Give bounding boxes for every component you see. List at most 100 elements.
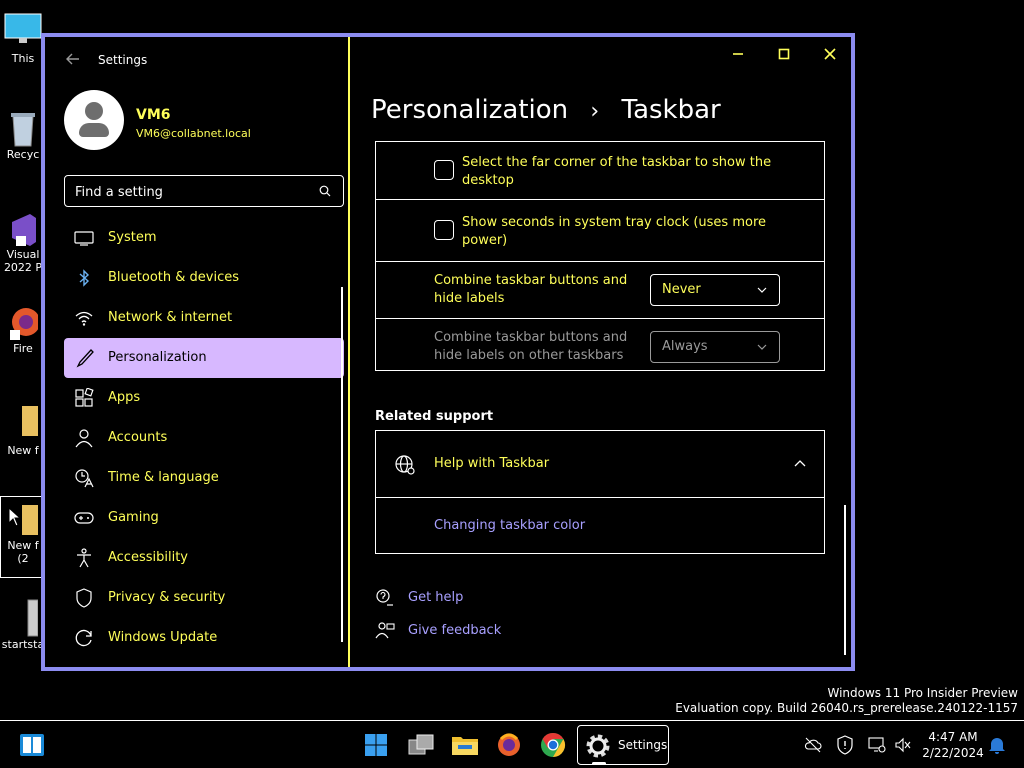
apps-icon — [75, 388, 94, 407]
watermark-line1: Windows 11 Pro Insider Preview — [827, 686, 1018, 700]
file-explorer-button[interactable] — [449, 729, 481, 761]
nav-list: System Bluetooth & devices Network & int… — [64, 218, 344, 658]
security-shield-icon[interactable] — [836, 735, 854, 755]
search-icon — [319, 185, 331, 197]
desktop-icon-new-folder-2[interactable]: New f (2 — [0, 496, 46, 578]
page-title: Personalization › Taskbar — [371, 95, 721, 125]
nav-item-accounts[interactable]: Accounts — [64, 418, 344, 458]
volume-muted-icon[interactable] — [894, 736, 912, 754]
user-email: VM6@collabnet.local — [136, 127, 251, 140]
get-help-icon — [376, 589, 393, 606]
widgets-button[interactable] — [16, 729, 48, 761]
watermark-line2: Evaluation copy. Build 26040.rs_prerelea… — [675, 701, 1018, 715]
settings-window: Settings VM6 VM6@collabnet.local System … — [41, 33, 855, 671]
desktop-icon-new-folder[interactable]: New f — [0, 404, 46, 457]
app-title: Settings — [98, 53, 148, 67]
monitor-icon — [74, 231, 94, 246]
system-clock[interactable]: 4:47 AM 2/22/2024 — [920, 729, 986, 761]
brush-icon — [76, 349, 94, 368]
shield-icon — [76, 588, 92, 608]
arrow-left-icon — [66, 53, 79, 65]
chevron-up-icon — [794, 460, 806, 467]
combine-buttons-dropdown[interactable]: Never — [650, 274, 780, 306]
give-feedback-link[interactable]: Give feedback — [408, 623, 501, 638]
recycle-bin-icon — [8, 108, 38, 147]
start-button[interactable] — [360, 729, 392, 761]
close-button[interactable] — [808, 43, 852, 65]
minimize-button[interactable] — [716, 43, 760, 65]
show-seconds-checkbox[interactable] — [434, 220, 454, 240]
network-icon[interactable] — [868, 736, 886, 754]
task-view-button[interactable] — [405, 729, 437, 761]
chrome-button[interactable] — [537, 729, 569, 761]
avatar[interactable] — [64, 90, 124, 150]
setting-row-show-seconds[interactable]: Show seconds in system tray clock (uses … — [376, 200, 824, 262]
desktop-icon-firefox[interactable]: Fire — [0, 306, 46, 355]
visual-studio-icon — [8, 212, 38, 246]
nav-item-system[interactable]: System — [64, 218, 344, 258]
text-file-icon — [8, 598, 39, 637]
feedback-icon — [375, 622, 395, 639]
time-language-icon — [75, 469, 94, 488]
chevron-down-icon — [757, 344, 767, 350]
person-icon — [75, 429, 93, 448]
update-icon — [75, 629, 92, 647]
desktop-icon-recycle-bin[interactable]: Recyc — [0, 108, 46, 161]
nav-item-privacy-security[interactable]: Privacy & security — [64, 578, 344, 618]
firefox-button[interactable] — [493, 729, 525, 761]
search-input[interactable] — [75, 182, 305, 202]
nav-item-gaming[interactable]: Gaming — [64, 498, 344, 538]
windows-logo-icon — [365, 734, 387, 756]
sidebar: Settings VM6 VM6@collabnet.local System … — [45, 37, 348, 667]
nav-item-accessibility[interactable]: Accessibility — [64, 538, 344, 578]
main-scrollbar[interactable] — [844, 505, 846, 655]
changing-taskbar-color-link[interactable]: Changing taskbar color — [434, 518, 585, 533]
settings-taskbar-button[interactable]: Settings — [577, 725, 669, 765]
nav-item-bluetooth[interactable]: Bluetooth & devices — [64, 258, 344, 298]
far-corner-checkbox[interactable] — [434, 160, 454, 180]
chrome-icon — [541, 733, 566, 757]
setting-row-combine-other: Combine taskbar buttons and hide labels … — [376, 319, 824, 370]
close-icon — [824, 48, 836, 60]
accessibility-icon — [77, 548, 91, 568]
maximize-icon — [778, 48, 790, 60]
maximize-button[interactable] — [762, 43, 806, 65]
help-card: Help with Taskbar Changing taskbar color — [375, 430, 825, 554]
computer-icon — [4, 12, 42, 44]
desktop-icon-this-pc[interactable]: This — [0, 12, 46, 65]
firefox-icon — [8, 306, 40, 340]
combine-other-dropdown[interactable]: Always — [650, 331, 780, 363]
help-with-taskbar-header[interactable]: Help with Taskbar — [376, 431, 824, 498]
gamepad-icon — [74, 512, 94, 524]
task-view-icon — [408, 734, 434, 755]
widgets-icon — [20, 734, 44, 756]
get-help-link[interactable]: Get help — [408, 590, 463, 605]
cloud-offline-icon[interactable] — [804, 737, 822, 753]
firefox-icon — [498, 733, 520, 756]
nav-item-apps[interactable]: Apps — [64, 378, 344, 418]
globe-icon — [395, 455, 415, 475]
help-links: Changing taskbar color — [376, 498, 824, 553]
taskbar: Settings 4:47 AM 2/22/2024 — [0, 720, 1024, 768]
bluetooth-icon — [79, 269, 90, 287]
nav-item-time-language[interactable]: Time & language — [64, 458, 344, 498]
related-support-heading: Related support — [375, 409, 494, 424]
breadcrumb-separator: › — [590, 99, 600, 124]
folder-icon — [452, 737, 478, 755]
search-box[interactable] — [64, 175, 344, 207]
desktop-icon-startstate[interactable]: startsta — [0, 598, 46, 651]
minimize-icon — [733, 53, 743, 55]
user-name: VM6 — [136, 107, 171, 123]
nav-item-network[interactable]: Network & internet — [64, 298, 344, 338]
notification-bell-icon[interactable] — [988, 735, 1006, 755]
desktop-icon-visual-studio[interactable]: Visual 2022 P — [0, 212, 46, 274]
back-button[interactable] — [65, 51, 85, 71]
setting-row-far-corner[interactable]: Select the far corner of the taskbar to … — [376, 142, 824, 200]
nav-item-personalization[interactable]: Personalization — [64, 338, 344, 378]
nav-item-windows-update[interactable]: Windows Update — [64, 618, 344, 658]
chevron-down-icon — [757, 287, 767, 293]
main-content: Personalization › Taskbar Select the far… — [350, 37, 851, 667]
breadcrumb-personalization[interactable]: Personalization — [371, 95, 568, 125]
sidebar-scrollbar[interactable] — [341, 287, 343, 642]
wifi-icon — [75, 311, 93, 326]
